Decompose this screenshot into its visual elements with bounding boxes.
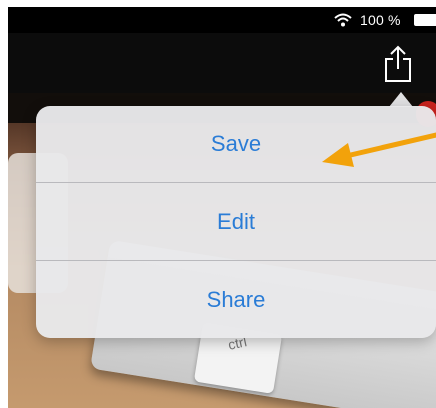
share-icon[interactable] bbox=[381, 44, 415, 84]
status-bar: 100 % bbox=[8, 7, 436, 33]
battery-icon bbox=[414, 14, 436, 26]
share-menu-item[interactable]: Share bbox=[36, 262, 436, 338]
arrow-icon bbox=[322, 132, 436, 167]
edit-menu-item[interactable]: Edit bbox=[36, 184, 436, 260]
screenshot-frame: 100 % ctrl Save Edit Share bbox=[8, 7, 436, 408]
popover-arrow bbox=[389, 92, 413, 107]
menu-divider bbox=[36, 182, 436, 183]
menu-divider bbox=[36, 260, 436, 261]
battery-percentage: 100 % bbox=[360, 12, 401, 28]
wifi-icon bbox=[334, 13, 352, 27]
navigation-bar bbox=[8, 33, 436, 93]
